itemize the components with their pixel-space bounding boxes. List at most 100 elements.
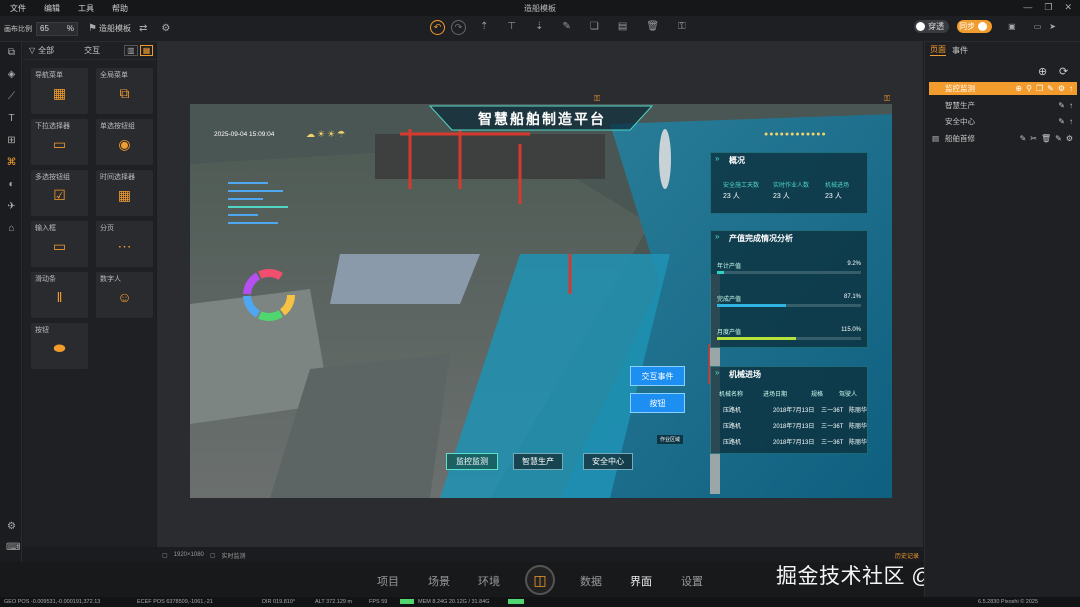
page-tree-item[interactable]: 监控监测 ⊕ ⚲ ❐ ✎ ⚙ ↑ <box>929 82 1077 95</box>
page-tree-item[interactable]: 智慧生产 ✎ ↑ <box>929 99 1077 112</box>
upload-icon[interactable]: ⇡ <box>480 21 488 32</box>
action-icon[interactable]: ↑ <box>1069 84 1073 93</box>
nav-production[interactable]: 智慧生产 <box>513 453 563 470</box>
monitor-icon[interactable]: ▭ <box>1034 22 1042 31</box>
minimize-icon[interactable]: — <box>1023 2 1032 13</box>
undo-icon[interactable]: ↶ <box>430 20 445 35</box>
action-icon[interactable]: ✎ <box>1058 101 1065 110</box>
action-icon[interactable]: ❐ <box>1036 84 1043 93</box>
add-icon[interactable]: ⊕ <box>1038 65 1047 78</box>
action-icon[interactable]: ⚲ <box>1026 84 1032 93</box>
paste-icon[interactable]: ▤ <box>618 21 627 32</box>
align-top-icon[interactable]: ⊤ <box>507 21 516 32</box>
action-icon[interactable]: ⚙ <box>1066 134 1073 143</box>
button-component[interactable]: 按钮 <box>630 393 685 413</box>
canvas-size-icon: ▢ <box>162 552 168 559</box>
copy-icon[interactable]: ❏ <box>590 21 599 32</box>
component-card[interactable]: 数字人 ☺ <box>96 272 153 318</box>
text-icon[interactable]: T <box>6 113 17 124</box>
component-card[interactable]: 输入框 ▭ <box>31 221 88 267</box>
menu-edit[interactable]: 编辑 <box>44 3 60 14</box>
stamp-icon[interactable]: ⌂ <box>6 223 17 234</box>
action-icon[interactable]: ✎ <box>1058 117 1065 126</box>
table-cell: 压路机 <box>723 424 742 430</box>
send-icon[interactable]: ➤ <box>1049 22 1056 31</box>
component-card-label: 全局菜单 <box>100 72 128 79</box>
tab-settings[interactable]: 设置 <box>681 573 703 589</box>
component-card[interactable]: 导航菜单 ▦ <box>31 68 88 114</box>
tab-project[interactable]: 项目 <box>377 573 399 589</box>
page-tree-item[interactable]: ▤ 船舶首修 ✎ ✂ 🗑 ✎ ⚙ <box>929 132 1077 145</box>
close-icon[interactable]: ✕ <box>1064 2 1072 13</box>
redo-icon[interactable]: ↷ <box>451 20 466 35</box>
swap-icon[interactable]: ⇄ <box>139 23 147 34</box>
interact-event-button[interactable]: 交互事件 <box>630 366 685 386</box>
hub-button[interactable]: ◫ <box>525 565 555 595</box>
action-icon[interactable]: ⊕ <box>1015 84 1022 93</box>
lock-top-icon[interactable]: ⚿ <box>594 94 600 104</box>
page-tree-item[interactable]: 安全中心 ✎ ↑ <box>929 115 1077 128</box>
plane-icon[interactable]: ✈ <box>6 201 17 212</box>
tab-data[interactable]: 数据 <box>580 573 602 589</box>
menu-help[interactable]: 帮助 <box>112 3 128 14</box>
action-icon[interactable]: ✂ <box>1030 134 1037 143</box>
tab-environment[interactable]: 环境 <box>478 573 500 589</box>
restore-icon[interactable]: ❐ <box>1044 2 1052 13</box>
nav-safety[interactable]: 安全中心 <box>583 453 633 470</box>
action-icon[interactable]: ↑ <box>1069 117 1073 126</box>
keyboard-icon[interactable]: ⌨ <box>6 542 20 553</box>
gear-icon[interactable]: ⚙ <box>6 521 17 532</box>
template-name[interactable]: 造船模板 <box>99 23 131 34</box>
component-card[interactable]: 多选按钮组 ☑ <box>31 170 88 216</box>
sync-toggle[interactable]: 同步 <box>957 20 993 33</box>
delete-icon[interactable]: 🗑 <box>646 21 659 32</box>
action-icon[interactable]: ✎ <box>1020 134 1027 143</box>
component-card[interactable]: 全局菜单 ⧉ <box>96 68 153 114</box>
history-link[interactable]: 历史记录 <box>895 551 919 560</box>
component-card[interactable]: 分页 ⋯ <box>96 221 153 267</box>
grid-view-icon[interactable]: ▦ <box>139 45 154 56</box>
filter-icon: ▽ <box>29 46 36 55</box>
list-view-icon[interactable]: ▥ <box>124 45 138 56</box>
filter-all[interactable]: 全部 <box>38 45 54 56</box>
lock-corner-icon[interactable]: ⚿ <box>884 94 890 104</box>
work-area-label[interactable]: 作业区域 <box>657 435 684 444</box>
shapes-icon[interactable]: ◐ <box>6 179 17 190</box>
action-icon[interactable]: ↑ <box>1069 101 1073 110</box>
menu-file[interactable]: 文件 <box>10 3 26 14</box>
component-card[interactable]: 下拉选择器 ▭ <box>31 119 88 165</box>
dropdown-icon: ▭ <box>52 136 67 152</box>
action-icon[interactable]: ✎ <box>1047 84 1054 93</box>
component-card[interactable]: 滑动条 ‖ <box>31 272 88 318</box>
nav-monitor[interactable]: 监控监测 <box>446 453 498 470</box>
tab-events[interactable]: 事件 <box>952 45 968 56</box>
lock-icon[interactable]: ⚿ <box>678 21 686 32</box>
component-card[interactable]: 按钮 ⬬ <box>31 323 88 369</box>
pages-icon[interactable]: ⧉ <box>6 47 17 58</box>
component-card[interactable]: 时间选择器 ▦ <box>96 170 153 216</box>
tab-pages[interactable]: 页面 <box>930 44 946 56</box>
component-card[interactable]: 单选按钮组 ◉ <box>96 119 153 165</box>
refresh-icon[interactable]: ⟳ <box>1059 65 1068 78</box>
calendar-icon: ▦ <box>117 187 132 203</box>
tab-scene[interactable]: 场景 <box>428 573 450 589</box>
filter-interact[interactable]: 交互 <box>84 45 100 56</box>
layers-icon[interactable]: ◈ <box>6 69 17 80</box>
settings-icon[interactable]: ⚙ <box>161 23 170 34</box>
action-icon[interactable]: 🗑 <box>1041 134 1051 143</box>
download-icon[interactable]: ⇣ <box>535 21 543 32</box>
brush-icon[interactable]: ✎ <box>563 21 571 32</box>
component-icon[interactable]: ⌘ <box>6 157 17 168</box>
menu-tools[interactable]: 工具 <box>78 3 94 14</box>
component-card-label: 滑动条 <box>35 276 56 283</box>
save-icon[interactable]: ▣ <box>1008 22 1016 31</box>
chart-icon[interactable]: ⟋ <box>6 91 17 102</box>
pagination-icon: ⋯ <box>117 238 132 254</box>
action-icon[interactable]: ✎ <box>1055 134 1062 143</box>
scale-input[interactable]: 65% <box>36 21 78 36</box>
penetrate-toggle[interactable]: 穿透 <box>914 20 950 33</box>
ov-u2: 人 <box>782 193 790 200</box>
table-icon[interactable]: ⊞ <box>6 135 17 146</box>
action-icon[interactable]: ⚙ <box>1058 84 1065 93</box>
tab-interface[interactable]: 界面 <box>630 573 652 589</box>
